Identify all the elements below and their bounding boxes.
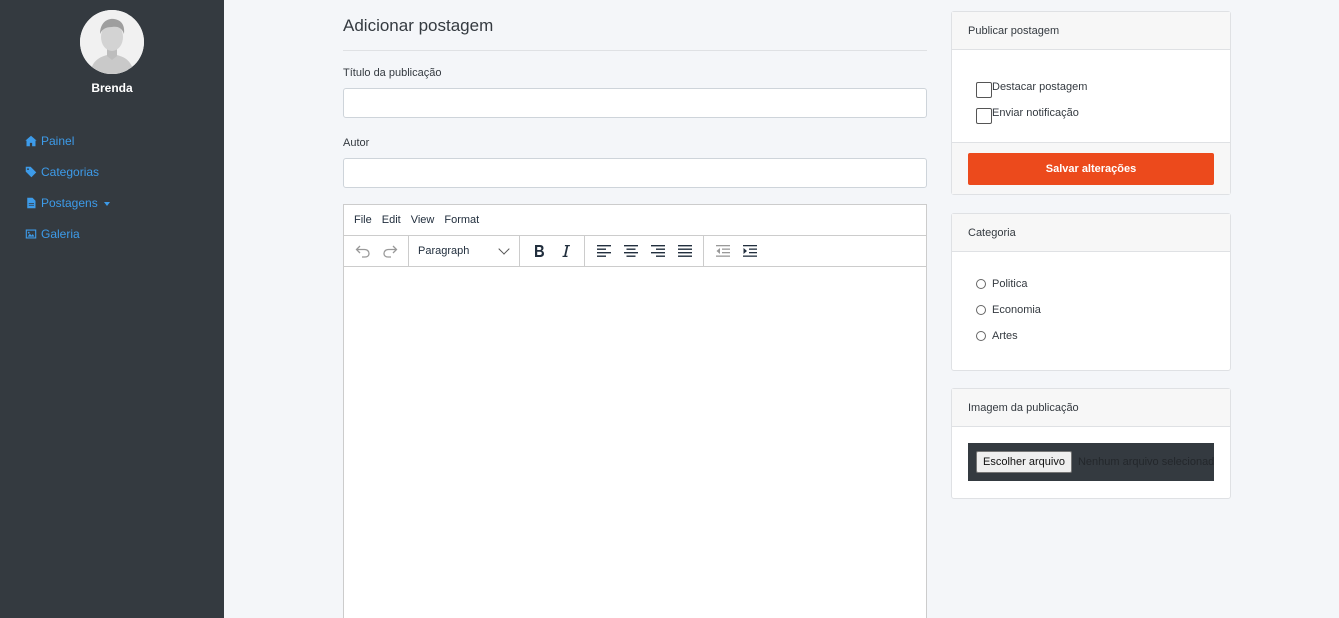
justify-icon[interactable] [671,239,698,263]
outdent-icon[interactable] [709,239,736,263]
category-card-title: Categoria [952,214,1230,252]
menu-view[interactable]: View [411,214,435,226]
publish-card-title: Publicar postagem [952,12,1230,50]
text-style-group [520,236,585,266]
sidebar-item-painel[interactable]: Painel [24,134,110,148]
user-name: Brenda [91,81,133,95]
indent-group [704,236,768,266]
post-image-card-title: Imagem da publicação [952,389,1230,427]
align-right-icon[interactable] [644,239,671,263]
align-center-icon[interactable] [617,239,644,263]
category-option-economia[interactable]: Economia [976,304,1041,316]
post-title-input[interactable] [343,88,927,118]
category-radio[interactable] [976,279,986,289]
send-notification-option[interactable]: Enviar notificação [976,102,1079,124]
chevron-down-icon [498,243,510,255]
file-icon [24,197,37,209]
page-title: Adicionar postagem [343,16,494,35]
editor-content-area[interactable] [344,267,926,617]
feature-post-option[interactable]: Destacar postagem [976,76,1087,98]
menu-format[interactable]: Format [444,214,479,226]
editor-menubar: File Edit View Format [344,205,926,236]
file-input[interactable]: Escolher arquivo Nenhum arquivo selecion… [968,443,1214,481]
history-group [344,236,409,266]
alignment-group [585,236,704,266]
editor-toolbar: Paragraph [344,236,926,267]
undo-icon[interactable] [349,239,376,263]
bold-icon[interactable] [525,239,552,263]
file-status: Nenhum arquivo selecionado [1077,456,1214,468]
sidebar: Brenda Painel Categorias Postagens Galer… [0,0,224,618]
menu-file[interactable]: File [354,214,372,226]
category-option-label: Artes [992,330,1018,342]
italic-icon[interactable] [552,239,579,263]
category-option-politica[interactable]: Politica [976,278,1027,290]
block-format-select[interactable]: Paragraph [414,239,514,263]
sidebar-item-label: Postagens [41,196,98,210]
category-card: Categoria Politica Economia Artes [951,213,1231,371]
category-option-label: Politica [992,278,1028,290]
user-avatar[interactable] [80,10,144,74]
category-option-artes[interactable]: Artes [976,330,1018,342]
tag-icon [24,166,37,178]
sidebar-item-categorias[interactable]: Categorias [24,165,110,179]
menu-edit[interactable]: Edit [382,214,401,226]
title-divider [343,50,927,51]
post-image-card: Imagem da publicação Escolher arquivo Ne… [951,388,1231,499]
indent-icon[interactable] [736,239,763,263]
redo-icon[interactable] [376,239,403,263]
author-label: Autor [343,137,370,149]
send-notification-checkbox[interactable] [976,108,992,124]
category-option-label: Economia [992,304,1041,316]
feature-post-label: Destacar postagem [992,81,1088,93]
image-icon [24,228,37,240]
send-notification-label: Enviar notificação [992,107,1079,119]
publish-card: Publicar postagem Destacar postagem Envi… [951,11,1231,195]
category-radio[interactable] [976,305,986,315]
avatar-person-icon [80,10,144,74]
align-left-icon[interactable] [590,239,617,263]
save-changes-button[interactable]: Salvar alterações [968,153,1214,185]
post-title-label: Título da publicação [343,67,442,79]
chevron-down-icon [103,201,110,206]
author-input[interactable] [343,158,927,188]
sidebar-item-label: Painel [41,134,75,148]
category-radio[interactable] [976,331,986,341]
choose-file-button[interactable]: Escolher arquivo [976,451,1072,473]
sidebar-item-label: Categorias [41,165,100,179]
sidebar-item-label: Galeria [41,227,80,241]
sidebar-item-postagens[interactable]: Postagens [24,196,110,210]
feature-post-checkbox[interactable] [976,82,992,98]
rich-text-editor: File Edit View Format Paragraph [343,204,927,618]
sidebar-nav: Painel Categorias Postagens Galeria [24,134,110,258]
sidebar-item-galeria[interactable]: Galeria [24,227,110,241]
block-format-group: Paragraph [409,236,520,266]
block-format-value: Paragraph [418,245,470,257]
home-icon [24,135,37,147]
